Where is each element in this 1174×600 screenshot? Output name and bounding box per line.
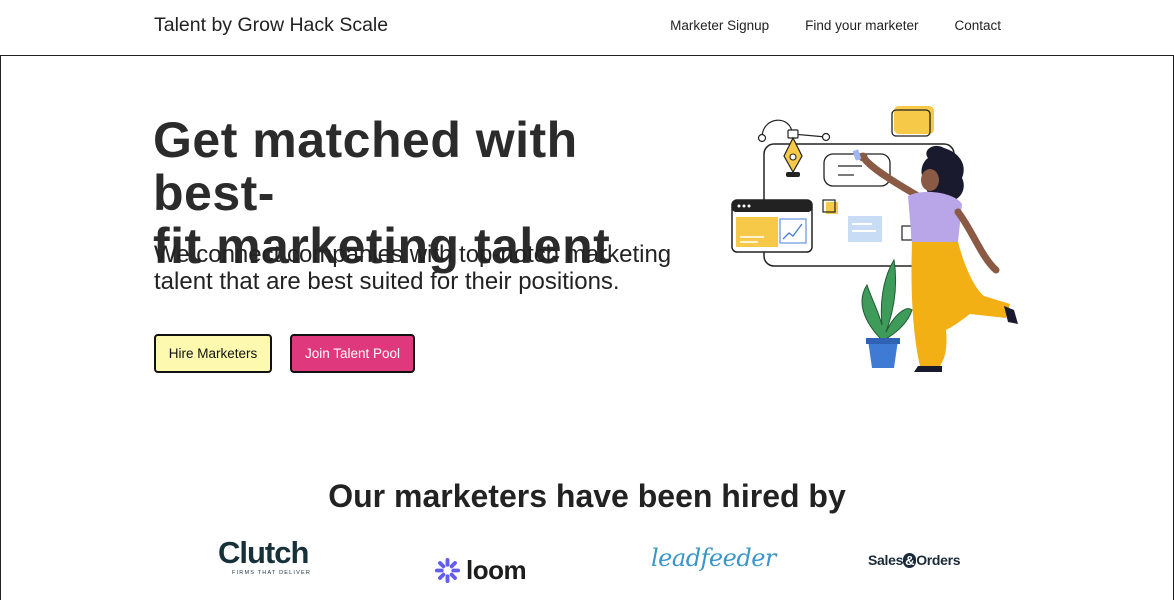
loom-wordmark: loom — [466, 554, 527, 585]
person-shoe-shape — [914, 366, 942, 372]
hero-headline-line-1: Get matched with best- — [153, 112, 578, 221]
client-logos: Clutch FIRMS THAT DELIVER loom leadfeede… — [0, 536, 1174, 586]
plant-pot-shape — [868, 340, 898, 368]
sales-wordmark: Sales — [868, 552, 904, 568]
clutch-tagline: FIRMS THAT DELIVER — [232, 570, 312, 576]
brand-logo-text[interactable]: Talent by Grow Hack Scale — [154, 14, 388, 37]
clutch-wordmark: Clutch — [218, 535, 309, 570]
person-face-shape — [921, 169, 939, 191]
join-talent-pool-button[interactable]: Join Talent Pool — [290, 334, 415, 373]
nav-link-find-your-marketer[interactable]: Find your marketer — [805, 18, 918, 33]
plant-pot-rim-shape — [866, 338, 900, 344]
chart-card-shape — [779, 218, 807, 244]
outline-square-shape — [901, 225, 913, 241]
path-node-shape — [757, 133, 767, 143]
clutch-logo: Clutch FIRMS THAT DELIVER — [218, 536, 311, 586]
orders-wordmark: Orders — [916, 552, 961, 568]
loom-logo: loom — [434, 545, 527, 595]
blue-note-shape — [848, 216, 882, 242]
designer-at-whiteboard-illustration — [731, 106, 1018, 372]
nav-link-marketer-signup[interactable]: Marketer Signup — [670, 18, 769, 33]
ampersand-badge: & — [903, 553, 917, 568]
nav-link-contact[interactable]: Contact — [954, 18, 1001, 33]
pen-nib-hole-shape — [789, 153, 797, 161]
hire-marketers-button[interactable]: Hire Marketers — [154, 334, 272, 373]
nav-links: Marketer Signup Find your marketer Conta… — [670, 18, 1001, 33]
browser-dot-shape — [747, 204, 751, 208]
loom-burst-icon — [434, 557, 461, 583]
person-shirt-shape — [908, 191, 962, 244]
hero-subline-line-2: talent that are best suited for their po… — [154, 268, 620, 295]
hero-subline: We connect companies with top-notch mark… — [154, 241, 694, 295]
person-pants-shape — [911, 242, 1010, 366]
browser-dot-shape — [737, 204, 741, 208]
browser-dot-shape — [742, 204, 746, 208]
path-node-shape — [821, 132, 831, 142]
top-navbar: Talent by Grow Hack Scale Marketer Signu… — [0, 0, 1174, 56]
pen-base-shape — [786, 172, 800, 177]
sales-and-orders-logo: Sales & Orders — [868, 552, 961, 600]
leadfeeder-logo: leadfeeder — [651, 544, 776, 572]
plant-leaves-icon — [861, 258, 913, 341]
hero-subline-line-1: We connect companies with top-notch mark… — [154, 241, 672, 268]
hired-by-title: Our marketers have been hired by — [328, 478, 846, 514]
